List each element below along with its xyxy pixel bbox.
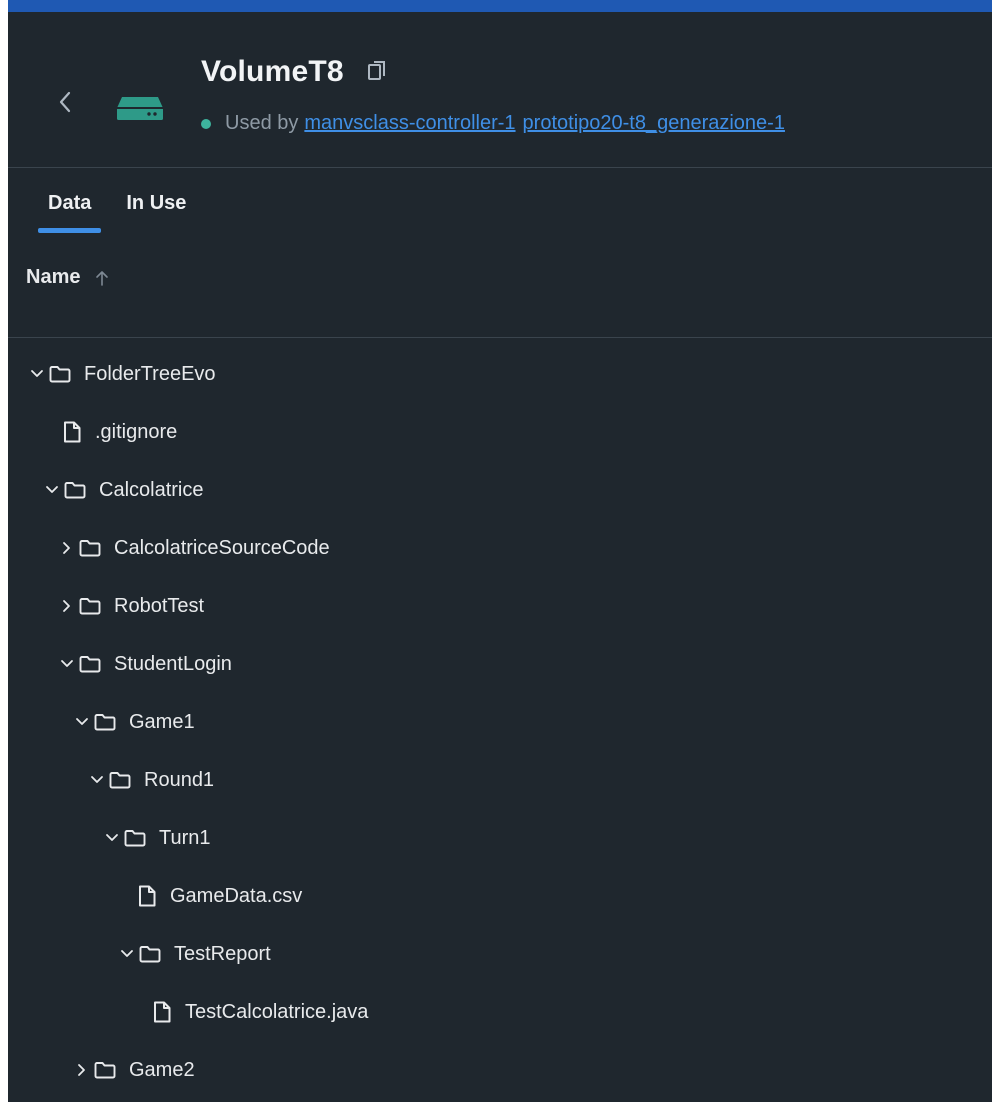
chevron-down-icon[interactable] <box>28 365 46 383</box>
tree-item-label: Game1 <box>129 710 195 733</box>
tree-item-label: StudentLogin <box>114 652 232 675</box>
folder-icon <box>79 656 101 673</box>
folder-icon <box>124 830 146 847</box>
tree-item-label: RobotTest <box>114 594 205 617</box>
tree-item-label: CalcolatriceSourceCode <box>114 536 330 559</box>
title-row: VolumeT8 <box>201 50 390 94</box>
arrow-up-icon <box>96 270 109 286</box>
tree-row-folder[interactable]: Turn1 <box>103 809 211 867</box>
chevron-right-icon[interactable] <box>58 539 76 557</box>
file-icon <box>154 1001 171 1023</box>
top-accent-bar <box>8 0 992 12</box>
file-icon <box>139 885 156 907</box>
folder-icon <box>79 598 101 615</box>
tree-row-folder[interactable]: Game2 <box>73 1041 195 1099</box>
name-column-header[interactable]: Name <box>26 266 110 289</box>
tree-item-label: .gitignore <box>95 420 178 443</box>
tree-row-folder[interactable]: Round1 <box>88 751 214 809</box>
folder-icon <box>64 482 86 499</box>
tree-row-file[interactable]: GameData.csv <box>118 867 302 925</box>
file-icon <box>64 421 81 443</box>
chevron-down-icon[interactable] <box>118 945 136 963</box>
tree-row-folder[interactable]: FolderTreeEvo <box>28 345 216 403</box>
tree-item-label: TestCalcolatrice.java <box>185 1000 369 1023</box>
tree-row-folder[interactable]: CalcolatriceSourceCode <box>58 519 330 577</box>
tree-item-label: GameData.csv <box>170 884 303 907</box>
tab-data[interactable]: Data <box>38 186 102 233</box>
tree-item-label: TestReport <box>174 942 271 965</box>
volume-detail-panel: VolumeT8 Used by manvsclass-controller-1… <box>8 0 992 1102</box>
tree-item-label: Round1 <box>144 768 215 791</box>
chevron-down-icon[interactable] <box>88 771 106 789</box>
chevron-right-icon[interactable] <box>73 1061 91 1079</box>
tree-item-label: Turn1 <box>159 826 211 849</box>
tree-row-folder[interactable]: Game1 <box>73 693 195 751</box>
tree-row-folder[interactable]: TestReport <box>118 925 271 983</box>
tree-row-file[interactable]: TestCalcolatrice.java <box>133 983 368 1041</box>
name-column-label: Name <box>26 266 81 288</box>
volume-header: VolumeT8 Used by manvsclass-controller-1… <box>8 12 992 168</box>
folder-icon <box>94 1062 116 1079</box>
chevron-down-icon[interactable] <box>103 829 121 847</box>
folder-icon <box>109 772 131 789</box>
tab-bar: Data In Use <box>38 186 196 233</box>
folder-icon <box>49 366 71 383</box>
container-link-manvsclass-controller[interactable]: manvsclass-controller-1 <box>304 112 515 135</box>
chevron-right-icon[interactable] <box>58 597 76 615</box>
chevron-down-icon[interactable] <box>58 655 76 673</box>
status-dot <box>201 118 211 129</box>
tree-item-label: FolderTreeEvo <box>84 362 216 385</box>
tab-in-use[interactable]: In Use <box>116 186 196 230</box>
folder-icon <box>94 714 116 731</box>
chevron-down-icon[interactable] <box>43 481 61 499</box>
used-by-label: Used by <box>225 112 299 134</box>
chevron-left-icon[interactable] <box>54 87 76 117</box>
header-divider <box>8 337 992 338</box>
container-link-prototipo20-generazione[interactable]: prototipo20-t8_generazione-1 <box>523 112 785 135</box>
tree-row-folder[interactable]: RobotTest <box>58 577 204 635</box>
folder-icon <box>79 540 101 557</box>
used-by-row: Used by manvsclass-controller-1 prototip… <box>201 112 792 135</box>
tree-row-file[interactable]: .gitignore <box>43 403 177 461</box>
hard-drive-icon <box>117 97 163 120</box>
copy-icon[interactable] <box>366 59 390 85</box>
chevron-down-icon[interactable] <box>73 713 91 731</box>
tree-item-label: Calcolatrice <box>99 478 204 501</box>
volume-title: VolumeT8 <box>201 55 344 88</box>
tree-row-folder[interactable]: Calcolatrice <box>43 461 203 519</box>
folder-icon <box>139 946 161 963</box>
tree-row-folder[interactable]: StudentLogin <box>58 635 232 693</box>
tree-item-label: Game2 <box>129 1058 195 1081</box>
